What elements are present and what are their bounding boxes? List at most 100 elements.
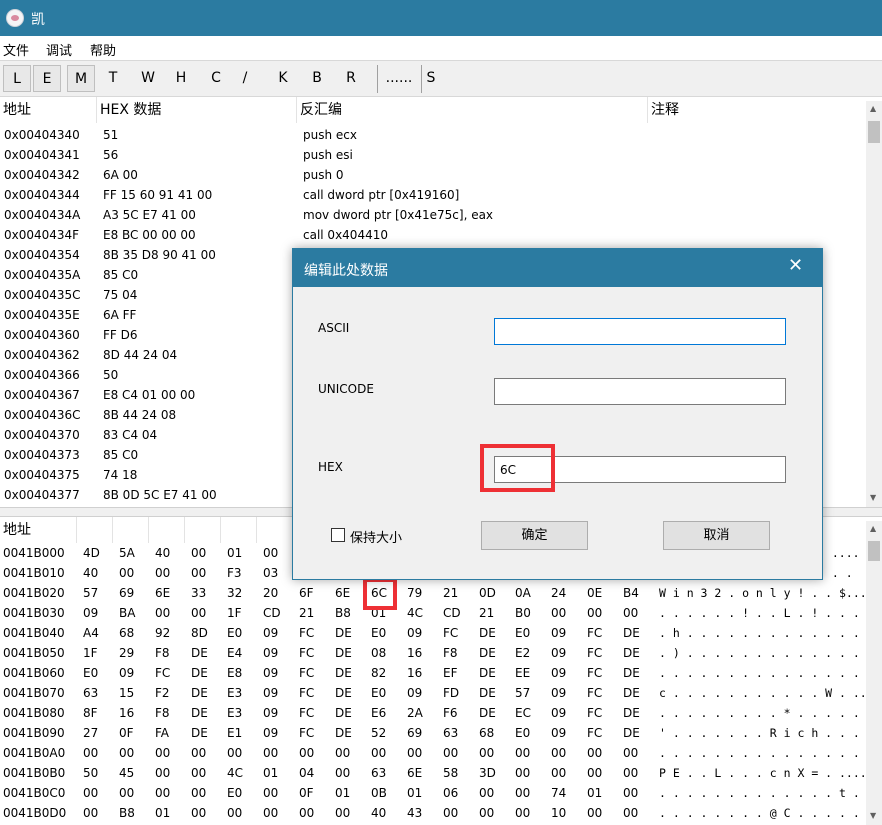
toolbar-button-b[interactable]: B [304, 65, 330, 92]
byte-cell[interactable]: 01 [335, 783, 350, 803]
byte-cell[interactable]: DE [479, 683, 496, 703]
unicode-input[interactable] [494, 378, 786, 405]
byte-cell[interactable]: DE [335, 623, 352, 643]
byte-cell[interactable]: 0B [371, 783, 387, 803]
dump-row[interactable]: 0041B0B0 50 45 00 00 4C 01 04 00 63 6E 58 3D 00 00 00 00… [0, 763, 867, 783]
byte-cell[interactable]: FC [299, 703, 314, 723]
byte-cell[interactable]: CD [443, 603, 461, 623]
byte-cell[interactable]: 92 [155, 623, 170, 643]
byte-cell[interactable]: 09 [263, 723, 278, 743]
byte-cell[interactable]: EE [515, 663, 530, 683]
byte-cell[interactable]: E0 [515, 723, 530, 743]
dump-header-column[interactable] [77, 517, 113, 543]
byte-cell[interactable]: DE [191, 723, 208, 743]
byte-cell[interactable]: 40 [155, 543, 170, 563]
byte-cell[interactable]: DE [479, 663, 496, 683]
byte-cell[interactable]: 06 [443, 783, 458, 803]
byte-cell[interactable]: FC [587, 723, 602, 743]
byte-cell[interactable]: 00 [587, 763, 602, 783]
byte-cell[interactable]: FC [587, 643, 602, 663]
byte-cell[interactable]: 09 [551, 683, 566, 703]
byte-cell[interactable]: 50 [83, 763, 98, 783]
byte-cell[interactable]: 00 [191, 763, 206, 783]
menu-file[interactable]: 文件 [3, 40, 29, 59]
byte-cell[interactable]: 3D [479, 763, 496, 783]
dump-header-column[interactable] [149, 517, 185, 543]
byte-cell[interactable]: 20 [263, 583, 278, 603]
byte-cell[interactable]: 00 [587, 803, 602, 823]
byte-cell[interactable]: 00 [263, 543, 278, 563]
byte-cell[interactable]: 6E [335, 583, 350, 603]
byte-cell[interactable]: 63 [83, 683, 98, 703]
byte-cell[interactable]: DE [479, 703, 496, 723]
byte-cell[interactable]: 00 [551, 603, 566, 623]
byte-cell[interactable]: 00 [407, 743, 422, 763]
byte-cell[interactable]: 10 [551, 803, 566, 823]
scroll-down-icon[interactable]: ▼ [870, 811, 876, 820]
dump-header-column[interactable] [113, 517, 149, 543]
byte-cell[interactable]: E0 [227, 783, 242, 803]
scroll-up-icon[interactable]: ▲ [870, 524, 876, 533]
byte-cell[interactable]: 68 [479, 723, 494, 743]
byte-cell[interactable]: 00 [623, 603, 638, 623]
byte-cell[interactable]: DE [479, 643, 496, 663]
byte-cell[interactable]: FD [443, 683, 459, 703]
scrollbar-thumb[interactable] [868, 121, 880, 143]
toolbar-button-c[interactable]: C [203, 65, 229, 92]
byte-cell[interactable]: 8F [83, 703, 98, 723]
byte-cell[interactable]: B4 [623, 583, 639, 603]
byte-cell[interactable]: BA [119, 603, 135, 623]
byte-cell[interactable]: FC [299, 723, 314, 743]
byte-cell[interactable]: 00 [335, 763, 350, 783]
byte-cell[interactable]: DE [191, 663, 208, 683]
dump-row[interactable]: 0041B050 1F 29 F8 DE E4 09 FC DE 08 16 F8 DE E2 09 FC DE… [0, 643, 874, 663]
byte-cell[interactable]: CD [263, 603, 281, 623]
byte-cell[interactable]: 00 [623, 803, 638, 823]
byte-cell[interactable]: 00 [623, 763, 638, 783]
byte-cell[interactable]: 00 [83, 783, 98, 803]
byte-cell[interactable]: 1F [83, 643, 98, 663]
byte-cell[interactable]: E4 [227, 643, 242, 663]
byte-cell[interactable]: 09 [83, 603, 98, 623]
byte-cell[interactable]: 01 [587, 783, 602, 803]
dump-row[interactable]: 0041B040 A4 68 92 8D E0 09 FC DE E0 09 FC DE E0 09 FC DE… [0, 623, 874, 643]
byte-cell[interactable]: 00 [551, 763, 566, 783]
byte-cell[interactable]: 09 [263, 663, 278, 683]
byte-cell[interactable]: DE [335, 643, 352, 663]
byte-cell[interactable]: 00 [515, 763, 530, 783]
byte-cell[interactable]: 00 [191, 543, 206, 563]
byte-cell[interactable]: E0 [515, 623, 530, 643]
byte-cell[interactable]: 04 [299, 763, 314, 783]
byte-cell[interactable]: FC [587, 623, 602, 643]
byte-cell[interactable]: E0 [371, 623, 386, 643]
byte-cell[interactable]: 00 [479, 803, 494, 823]
byte-cell[interactable]: FA [155, 723, 169, 743]
disasm-row[interactable]: 0x00404340 51 push ecx [0, 125, 866, 145]
byte-cell[interactable]: DE [623, 643, 640, 663]
byte-cell[interactable]: 8D [191, 623, 208, 643]
toolbar-button-h[interactable]: H [168, 65, 194, 92]
dump-row[interactable]: 0041B020 57 69 6E 33 32 20 6F 6E 6C 79 21 0D 0A 24 0E B4… [0, 583, 867, 603]
byte-cell[interactable]: 01 [407, 783, 422, 803]
byte-cell[interactable]: DE [335, 683, 352, 703]
byte-cell[interactable]: E8 [227, 663, 242, 683]
byte-cell[interactable]: 63 [371, 763, 386, 783]
dump-row[interactable]: 0041B0A0 00 00 00 00 00 00 00 00 00 00 00 00 00 00 00 00… [0, 743, 874, 763]
byte-cell[interactable]: B8 [119, 803, 135, 823]
byte-cell[interactable]: 40 [371, 803, 386, 823]
byte-cell[interactable]: DE [623, 703, 640, 723]
close-icon[interactable]: ✕ [788, 255, 803, 276]
byte-cell[interactable]: FC [443, 623, 458, 643]
byte-cell[interactable]: 4C [227, 763, 243, 783]
byte-cell[interactable]: 1F [227, 603, 242, 623]
byte-cell[interactable]: FC [299, 663, 314, 683]
byte-cell[interactable]: 09 [551, 623, 566, 643]
byte-cell[interactable]: 69 [119, 583, 134, 603]
byte-cell[interactable]: 00 [119, 783, 134, 803]
toolbar-button-w[interactable]: W [135, 65, 161, 92]
byte-cell[interactable]: 00 [515, 803, 530, 823]
byte-cell[interactable]: 82 [371, 663, 386, 683]
menu-help[interactable]: 帮助 [90, 40, 116, 59]
byte-cell[interactable]: 57 [515, 683, 530, 703]
byte-cell[interactable]: 00 [155, 783, 170, 803]
